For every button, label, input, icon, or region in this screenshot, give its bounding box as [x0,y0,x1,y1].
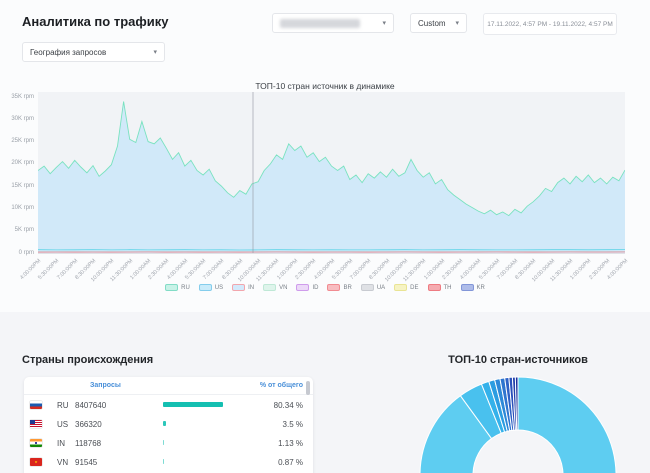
donut-chart-svg [408,372,628,473]
percent-value: 80.34 % [274,401,303,410]
table-header: Запросы % от общего [24,377,313,393]
share-bar [163,402,223,407]
share-bar [163,421,166,426]
range-preset-select[interactable]: Custom ▾ [410,13,467,33]
share-bar-track [163,440,235,445]
table-row[interactable]: RU 8407640 80.34 % [24,396,313,414]
share-bar-track [163,402,235,407]
geo-report-value: География запросов [30,48,106,57]
requests-value: 8407640 [75,401,106,410]
geo-report-select[interactable]: География запросов ▾ [22,42,165,62]
legend-swatch-icon [263,284,276,291]
legend-item-BR[interactable]: BR [327,284,351,291]
vn-flag-icon [30,458,42,466]
legend-item-KR[interactable]: KR [461,284,485,291]
legend-item-US[interactable]: US [199,284,223,291]
chevron-down-icon: ▾ [153,48,157,56]
percent-value: 0.87 % [278,458,303,467]
requests-value: 91545 [75,458,97,467]
domain-select[interactable]: ▾ [272,13,394,33]
legend-swatch-icon [232,284,245,291]
requests-value: 366320 [75,420,102,429]
legend-swatch-icon [461,284,474,291]
y-axis-label: 5K rpm [0,227,34,233]
date-range-input[interactable]: 17.11.2022, 4:57 PM - 19.11.2022, 4:57 P… [483,13,617,35]
legend-label: BR [343,285,351,291]
legend-item-IN[interactable]: IN [232,284,254,291]
y-axis-label: 30K rpm [0,116,34,122]
traffic-analytics-page: Аналитика по трафику ▾ Custom ▾ 17.11.20… [0,0,650,473]
table-row[interactable]: VN 91545 0.87 % [24,453,313,471]
y-axis-label: 15K rpm [0,183,34,189]
date-range-value: 17.11.2022, 4:57 PM - 19.11.2022, 4:57 P… [487,21,613,28]
header-divider [24,394,313,395]
legend-swatch-icon [327,284,340,291]
legend-label: VN [279,285,287,291]
legend-swatch-icon [296,284,309,291]
donut-title: ТОП-10 стран-источников [400,354,636,366]
table-row[interactable]: US 366320 3.5 % [24,415,313,433]
us-flag-icon [30,420,42,428]
legend-label: ID [312,285,318,291]
origin-countries-table: Запросы % от общего RU 8407640 80.34 % U… [24,377,313,473]
country-code: VN [57,458,68,467]
y-axis-label: 0 rpm [0,250,34,256]
chevron-down-icon: ▾ [382,19,386,27]
percent-value: 3.5 % [283,420,303,429]
country-code: RU [57,401,69,410]
y-axis-label: 10K rpm [0,205,34,211]
legend-swatch-icon [361,284,374,291]
legend-item-ID[interactable]: ID [296,284,318,291]
legend-swatch-icon [199,284,212,291]
legend-label: US [215,285,223,291]
y-axis-label: 20K rpm [0,160,34,166]
legend-swatch-icon [394,284,407,291]
column-header-percent[interactable]: % от общего [260,382,303,389]
share-bar-track [163,421,235,426]
legend-swatch-icon [428,284,441,291]
share-bar [163,440,164,445]
country-code: IN [57,439,65,448]
redacted-domain-value [280,19,360,28]
chart-legend: RU US IN VN ID BR UA DE TH KR [0,284,650,291]
legend-label: IN [248,285,254,291]
legend-label: KR [477,285,485,291]
y-axis-label: 35K rpm [0,94,34,100]
area-fill-RU[interactable] [38,102,625,254]
country-code: US [57,420,68,429]
legend-label: UA [377,285,385,291]
table-row[interactable]: IN 118768 1.13 % [24,434,313,452]
area-chart-svg[interactable] [38,88,625,255]
y-axis-label: 25K rpm [0,138,34,144]
share-bar [163,459,164,464]
column-header-requests[interactable]: Запросы [90,382,121,389]
in-flag-icon [30,439,42,447]
percent-value: 1.13 % [278,439,303,448]
legend-label: RU [181,285,190,291]
legend-item-VN[interactable]: VN [263,284,287,291]
page-title: Аналитика по трафику [22,14,168,29]
legend-item-RU[interactable]: RU [165,284,190,291]
legend-item-DE[interactable]: DE [394,284,418,291]
ru-flag-icon [30,401,42,409]
legend-item-UA[interactable]: UA [361,284,385,291]
legend-swatch-icon [165,284,178,291]
range-preset-value: Custom [418,19,446,28]
table-scrollbar[interactable] [306,381,310,395]
legend-label: DE [410,285,418,291]
legend-label: TH [444,285,452,291]
chevron-down-icon: ▾ [455,19,459,27]
legend-item-TH[interactable]: TH [428,284,452,291]
requests-value: 118768 [75,439,101,448]
share-bar-track [163,459,235,464]
origin-table-title: Страны происхождения [22,354,153,366]
